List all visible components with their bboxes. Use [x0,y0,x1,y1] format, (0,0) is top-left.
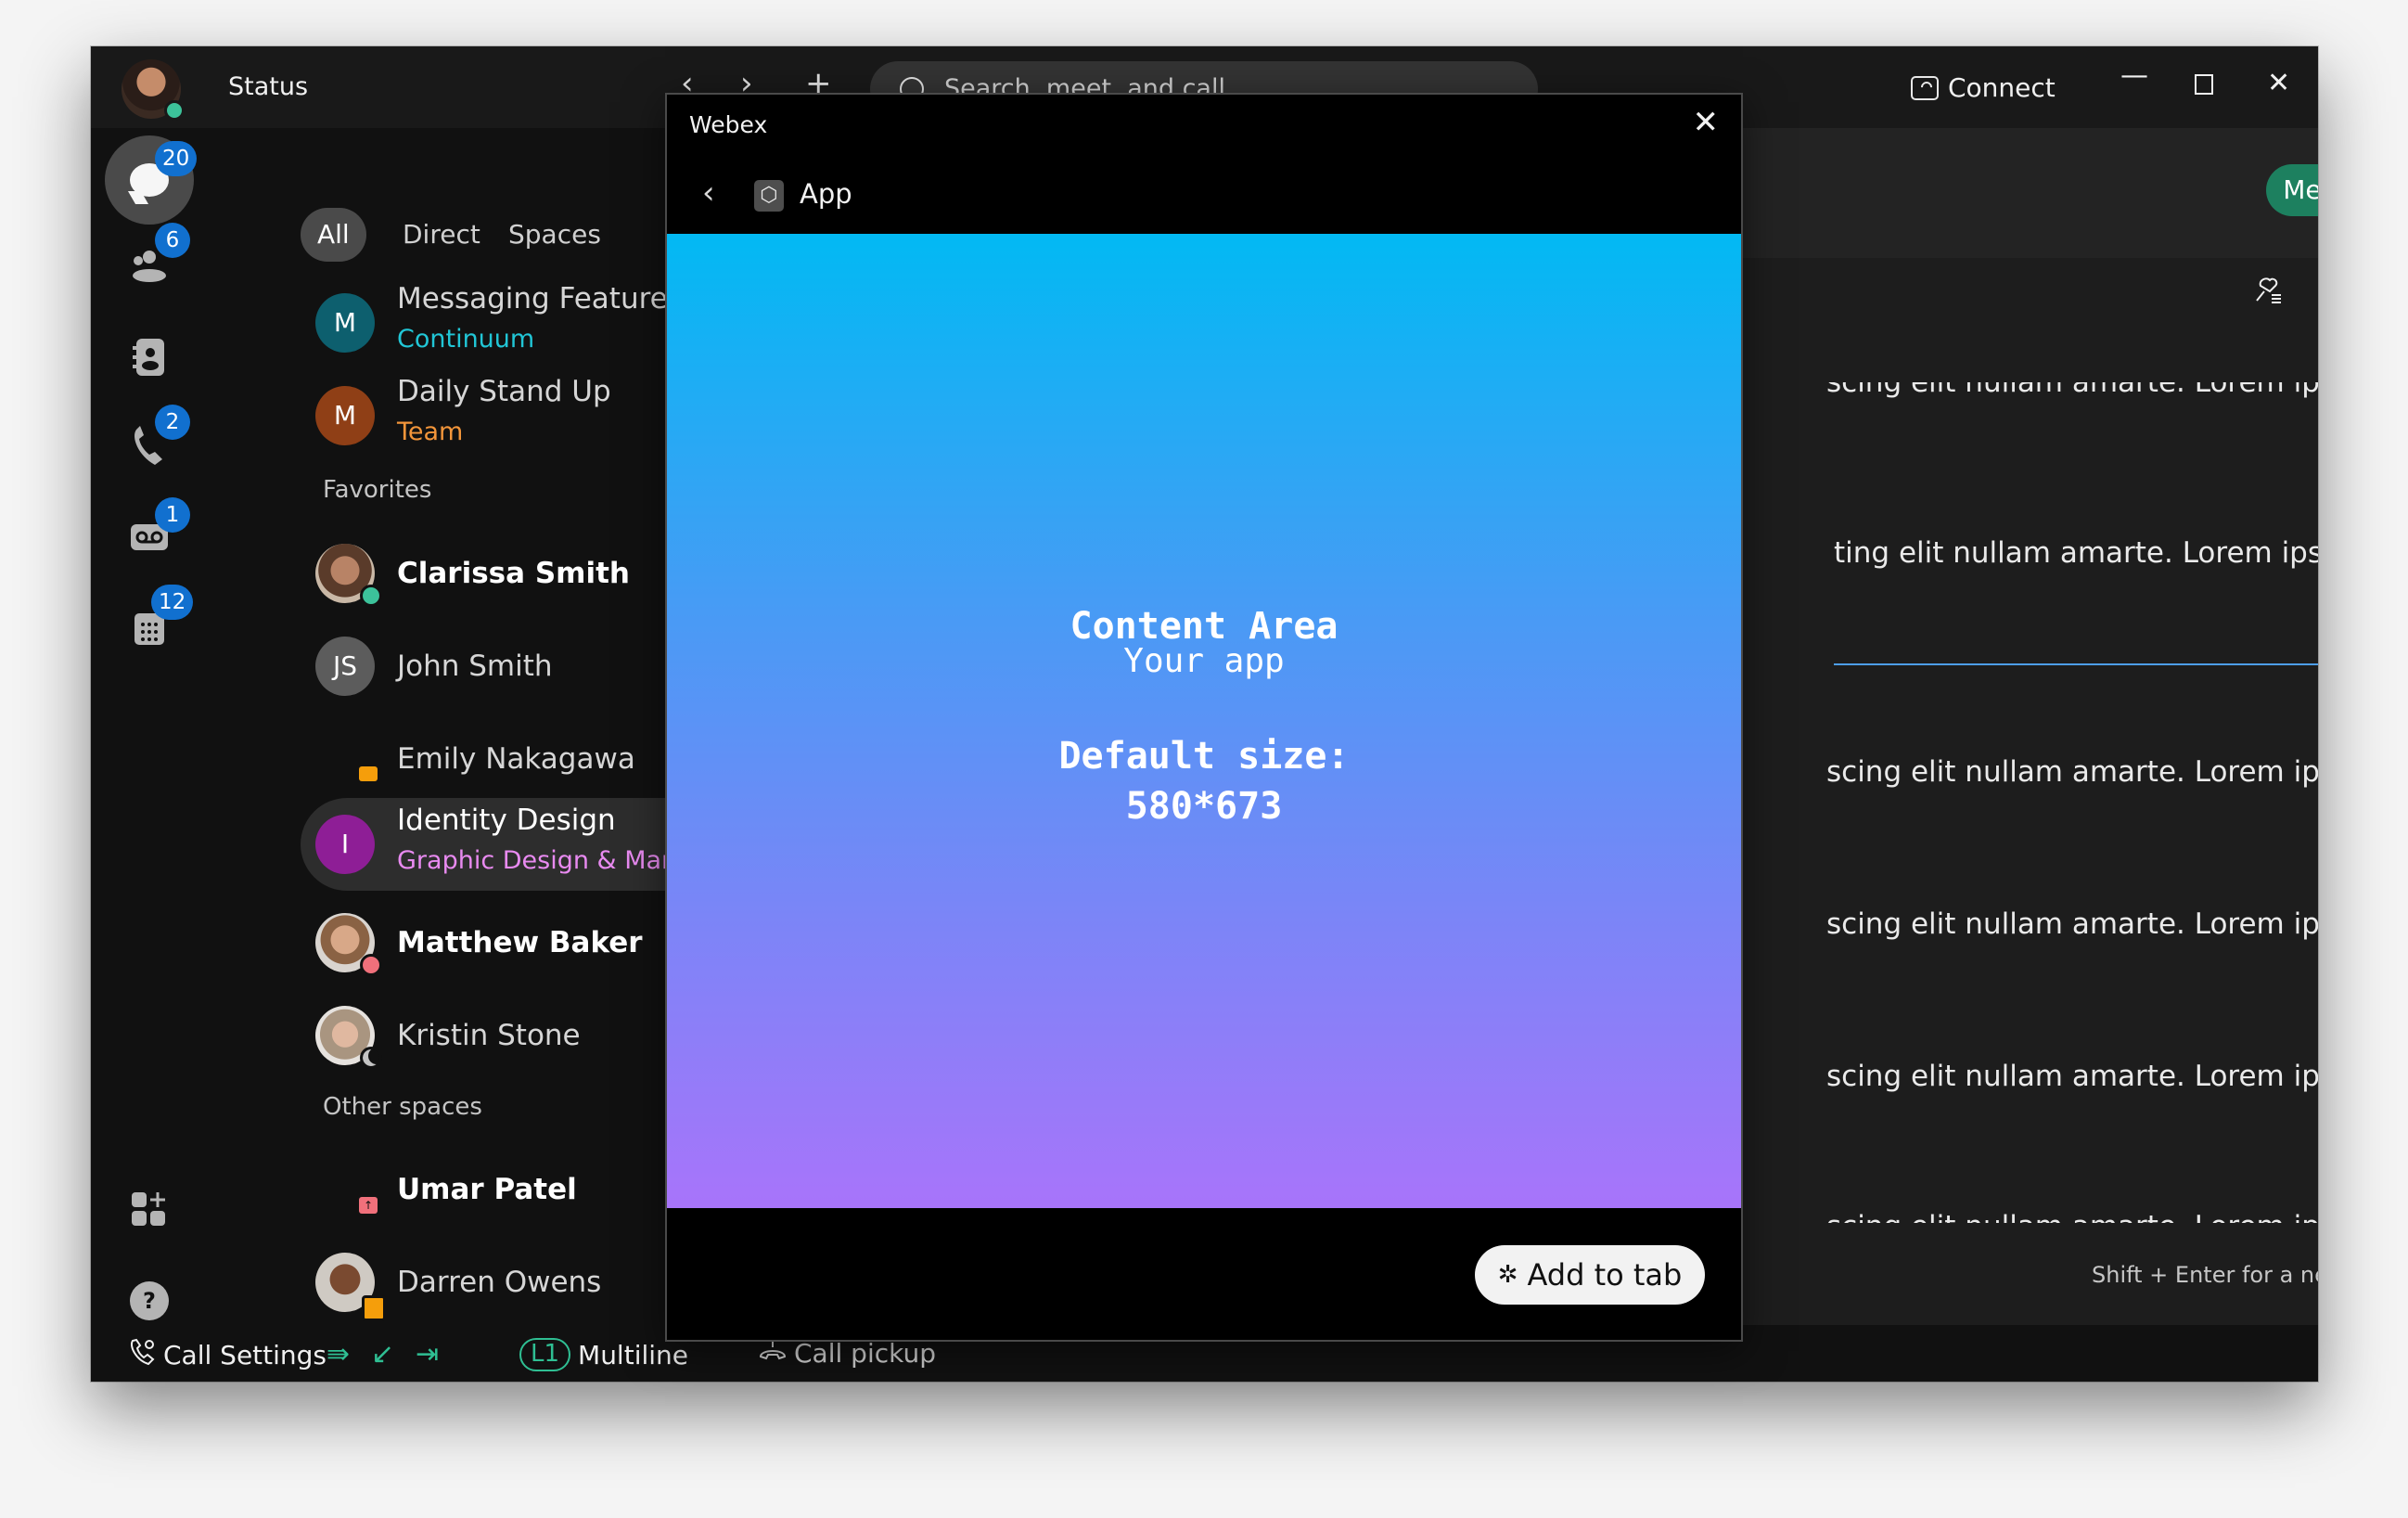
item-title: Umar Patel [397,1173,577,1206]
video-meeting-icon [359,766,378,781]
status-button[interactable]: Status [228,72,308,101]
nav-rail: 20 6 2 1 12 ? [91,128,213,1382]
message-text: scing elit nullam amarte. Lorem ipsum [1826,366,2318,399]
avatar: M [315,293,375,353]
app-label: App [800,178,852,210]
calendar-status-icon [362,1295,386,1321]
add-to-tab-button[interactable]: ✲ Add to tab [1475,1245,1705,1305]
avatar: M [315,386,375,445]
call-missed-icon[interactable]: ↙ [371,1338,394,1370]
rail-item-apps[interactable] [105,1167,194,1256]
new-messages-divider [1834,663,2318,665]
my-avatar[interactable] [122,59,185,121]
call-pickup-icon [759,1338,787,1369]
minimize-icon[interactable]: — [2120,59,2148,92]
calls-badge: 2 [155,405,190,440]
maximize-icon[interactable] [2195,74,2213,95]
filter-direct[interactable]: Direct [386,208,497,262]
rail-item-teams[interactable]: 6 [105,223,194,312]
app-content-area[interactable]: Content Area Your app Default size: 580*… [667,234,1741,1208]
wifi-icon [1911,75,1939,100]
message-text: scing elit nullam amarte. Lorem ipsum [1826,1210,2318,1243]
connect-button[interactable]: Connect [1911,72,2056,103]
add-to-tab-label: Add to tab [1527,1257,1683,1293]
app-cube-icon: ⬡ [754,180,784,212]
call-forward-icon[interactable]: ⇛ [327,1338,350,1370]
composer-hint: Shift + Enter for a new line [2092,1262,2318,1288]
sparkle-cursor-icon: ✲ [1497,1261,1518,1289]
multiline-button[interactable]: L1 Multiline [519,1338,688,1371]
filter-all[interactable]: All [301,208,366,262]
help-icon: ? [130,1281,169,1320]
window-close-icon[interactable]: ✕ [2267,67,2290,99]
meet-button[interactable]: Meet [2266,164,2318,216]
item-title: Identity Design [397,804,616,837]
active-status-dot [164,100,185,121]
rail-item-voicemail[interactable]: 1 [105,494,194,583]
away-moon-icon [360,1047,382,1069]
message-text: scing elit nullam amarte. Lorem ipsum [1826,1060,2318,1093]
phone-settings-icon [128,1338,156,1372]
dialog-title: Webex [689,111,768,138]
item-title: Darren Owens [397,1266,602,1299]
do-not-disturb-icon [360,954,382,976]
content-size-value: 580*673 [1125,785,1283,828]
dialog-back-icon[interactable]: ‹ [702,174,715,212]
contacts-icon [131,337,168,384]
section-favorites: Favorites [323,476,432,504]
add-apps-icon [130,1189,169,1236]
app-dialog: Webex ✕ ‹ ⬡ App Content Area Your app De… [665,93,1743,1342]
presenting-icon: ↑ [359,1197,378,1214]
rail-item-contacts[interactable] [105,315,194,405]
voicemail-badge: 1 [155,497,190,533]
call-settings-label: Call Settings [163,1340,327,1370]
item-title: Clarissa Smith [397,557,630,590]
content-subtitle: Your app [1123,642,1285,680]
content-size-label: Default size: [1058,735,1350,778]
connect-label: Connect [1948,72,2056,103]
call-transfer-icon[interactable]: ⇥ [416,1338,439,1370]
teams-badge: 6 [155,223,190,258]
call-settings-button[interactable]: Call Settings [128,1338,327,1372]
item-title: John Smith [397,650,553,683]
pinned-items-icon[interactable] [2251,273,2283,313]
call-pickup-label: Call pickup [794,1338,936,1369]
unread-badge: 20 [155,141,198,176]
message-text: scing elit nullam amarte. Lorem ipsum [1826,907,2318,941]
item-title: Daily Stand Up [397,375,611,408]
item-title: Matthew Baker [397,926,643,959]
message-text: scing elit nullam amarte. Lorem ipsum [1826,755,2318,789]
filter-spaces[interactable]: Spaces [492,208,618,262]
presence-active-icon [360,585,382,607]
line-badge: L1 [519,1338,571,1371]
dialog-close-icon[interactable]: ✕ [1693,104,1720,141]
avatar: I [315,815,375,874]
item-title: Emily Nakagawa [397,742,635,776]
item-team: Continuum [397,325,535,354]
rail-item-messaging[interactable]: 20 [105,135,198,225]
rail-item-calling[interactable]: 2 [105,405,194,494]
section-other-spaces: Other spaces [323,1093,482,1121]
call-pickup-button[interactable]: Call pickup [759,1338,936,1369]
meetings-badge: 12 [151,585,194,620]
message-text: ting elit nullam amarte. Lorem ipsum [1834,536,2318,570]
rail-item-meetings[interactable]: 12 [105,585,194,674]
multiline-label: Multiline [578,1339,689,1370]
item-title: Kristin Stone [397,1019,581,1052]
avatar: JS [315,637,375,696]
item-team: Team [397,418,464,446]
item-title: Messaging Features [397,282,683,315]
